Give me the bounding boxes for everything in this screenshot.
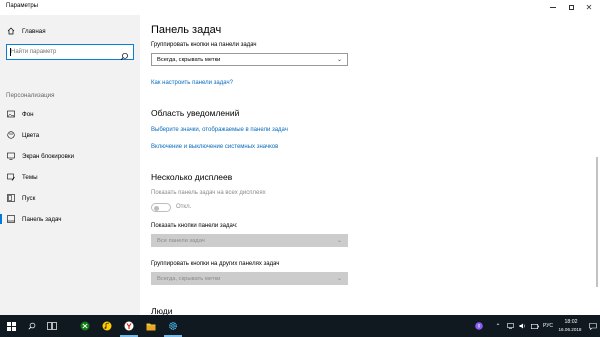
other-group-label: Группировать кнопки на других панелях за…	[151, 261, 280, 267]
file-explorer-icon	[146, 323, 156, 330]
scrollbar-thumb[interactable]	[596, 157, 598, 287]
sidebar-item-label: Пуск	[22, 194, 36, 202]
sidebar-item-background[interactable]: Фон	[0, 106, 140, 122]
window-title: Параметры	[6, 3, 38, 9]
toggle-state-label: Откл.	[176, 204, 192, 210]
howto-link[interactable]: Как настроить панели задач?	[151, 80, 233, 86]
dropdown-value: Всегда, скрывать метки	[157, 57, 221, 63]
taskbar: ⌃ РУС 18:02 16.06.2018	[0, 315, 600, 337]
sidebar-item-label: Экран блокировки	[22, 152, 75, 160]
section-label: Персонализация	[6, 92, 55, 99]
palette-icon	[7, 131, 15, 139]
chevron-up-icon: ⌃	[495, 322, 501, 330]
show-buttons-dropdown[interactable]: Все панели задач ⌄	[151, 234, 348, 247]
taskbar-app-yandex-music[interactable]	[96, 315, 118, 337]
taskbar-icon	[7, 215, 15, 223]
choose-icons-link[interactable]: Выберите значки, отображаемые в панели з…	[151, 127, 288, 133]
picture-icon	[7, 110, 15, 118]
taskbar-app-file-explorer[interactable]	[140, 315, 162, 337]
minimize-button[interactable]	[544, 0, 562, 15]
chevron-down-icon: ⌄	[336, 275, 342, 282]
tray-language-button[interactable]: РУС	[540, 315, 556, 337]
sidebar-item-colors[interactable]: Цвета	[0, 127, 140, 143]
taskbar-search-button[interactable]	[22, 315, 42, 337]
close-button[interactable]: ✕	[580, 0, 598, 15]
multiple-displays-heading: Несколько дисплеев	[151, 172, 233, 182]
home-icon	[7, 27, 15, 35]
title-bar: Параметры ✕	[0, 0, 600, 15]
close-icon: ✕	[585, 2, 593, 12]
sidebar-item-label: Темы	[22, 173, 38, 181]
group-buttons-dropdown[interactable]: Всегда, скрывать метки ⌄	[151, 53, 348, 66]
alice-button[interactable]	[472, 315, 486, 337]
clock-date[interactable]: 16.06.2018	[555, 327, 585, 332]
sidebar-item-lock-screen[interactable]: Экран блокировки	[0, 148, 140, 164]
sidebar-item-home[interactable]: Главная	[0, 24, 140, 38]
chevron-down-icon: ⌄	[336, 56, 342, 63]
maximize-button[interactable]	[562, 0, 580, 15]
battery-icon	[530, 323, 539, 329]
lock-screen-icon	[7, 152, 15, 160]
notification-area-heading: Область уведомлений	[151, 108, 240, 118]
system-icons-link[interactable]: Включение и выключение системных значков	[151, 144, 278, 150]
tray-volume-button[interactable]	[517, 315, 528, 337]
sidebar-item-label: Панель задач	[22, 215, 62, 223]
tray-network-button[interactable]	[505, 315, 516, 337]
volume-icon	[519, 323, 525, 329]
clock-time[interactable]: 18:02	[558, 319, 584, 325]
show-on-all-displays-label: Показать панель задач на всех дисплеях	[151, 190, 266, 196]
sidebar-item-themes[interactable]: Темы	[0, 169, 140, 185]
xbox-icon	[80, 321, 90, 331]
tray-up-button[interactable]: ⌃	[492, 315, 504, 337]
task-view-button[interactable]	[42, 315, 62, 337]
brush-icon	[7, 173, 15, 181]
search-input[interactable]: Найти параметр	[6, 44, 134, 61]
maximize-icon	[568, 5, 574, 10]
taskbar-app-settings[interactable]	[162, 315, 184, 337]
sidebar-item-label: Цвета	[22, 131, 40, 139]
start-icon	[7, 194, 15, 202]
active-indicator	[0, 214, 2, 224]
tray-battery-button[interactable]	[529, 315, 540, 337]
language-indicator: РУС	[542, 323, 553, 329]
group-buttons-label: Группировать кнопки на панели задач	[151, 42, 257, 48]
sidebar-item-label: Главная	[22, 27, 46, 35]
search-icon	[28, 322, 36, 330]
taskbar-app-xbox[interactable]	[74, 315, 96, 337]
main-content: Панель задач Группировать кнопки на пане…	[140, 15, 600, 316]
sidebar-item-start[interactable]: Пуск	[0, 190, 140, 206]
alice-icon	[475, 322, 483, 330]
action-center-button[interactable]	[586, 315, 600, 337]
yandex-browser-icon	[124, 321, 134, 331]
show-buttons-label: Показать кнопки панели задач:	[151, 223, 238, 229]
search-placeholder: Найти параметр	[11, 49, 57, 55]
task-view-icon	[47, 322, 57, 330]
minimize-icon	[550, 7, 556, 8]
sidebar: Главная Найти параметр Персонализация Фо…	[0, 15, 140, 315]
sidebar-item-taskbar[interactable]: Панель задач	[0, 211, 140, 227]
music-icon	[102, 321, 112, 331]
network-icon	[507, 323, 514, 329]
start-button[interactable]	[0, 315, 22, 337]
page-title: Панель задач	[151, 24, 222, 36]
sidebar-item-label: Фон	[22, 110, 34, 118]
show-on-all-displays-toggle[interactable]	[151, 203, 171, 212]
notifications-icon	[589, 322, 597, 330]
search-icon[interactable]	[120, 48, 129, 61]
settings-icon	[169, 322, 177, 330]
chevron-down-icon: ⌄	[336, 237, 342, 244]
other-group-dropdown[interactable]: Всегда, скрывать метки ⌄	[151, 272, 348, 285]
toggle-knob	[154, 205, 159, 211]
dropdown-value: Всегда, скрывать метки	[157, 276, 221, 282]
windows-start-icon	[6, 321, 16, 331]
taskbar-app-yandex-browser[interactable]	[118, 315, 140, 337]
dropdown-value: Все панели задач	[157, 238, 205, 244]
